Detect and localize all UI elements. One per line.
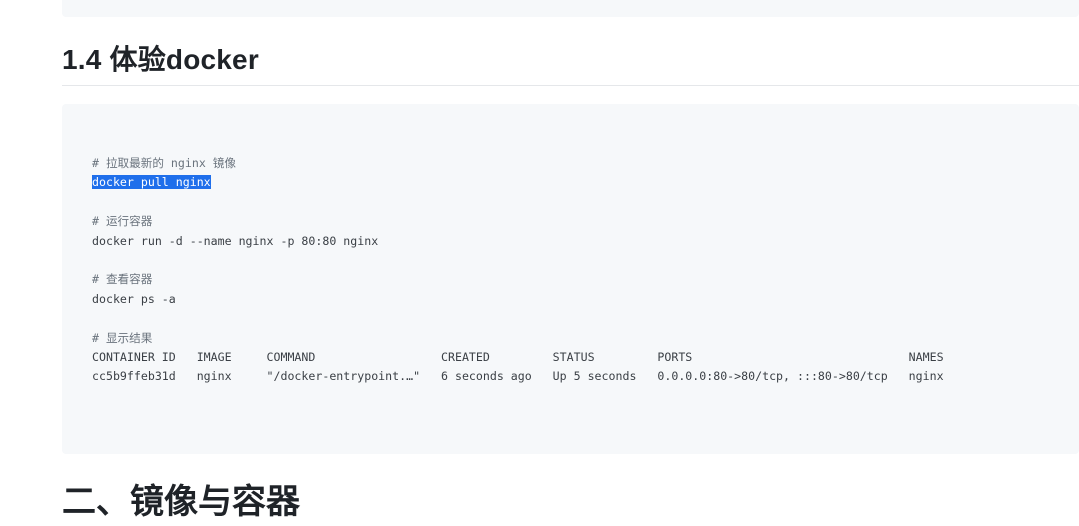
code-table-row: cc5b9ffeb31d nginx "/docker-entrypoint.…… — [92, 369, 944, 384]
code-comment-result: # 显示结果 — [92, 330, 153, 345]
code-line-ps: docker ps -a — [92, 291, 176, 306]
section-heading: 1.4 体验docker — [62, 44, 259, 75]
code-comment-ps: # 查看容器 — [92, 272, 153, 287]
code-comment-run: # 运行容器 — [92, 214, 153, 229]
code-line-run: docker run -d --name nginx -p 80:80 ngin… — [92, 233, 379, 248]
code-table-header: CONTAINER ID IMAGE COMMAND CREATED STATU… — [92, 350, 944, 365]
next-section-heading: 二、镜像与容器 — [62, 483, 300, 521]
code-block[interactable]: # 拉取最新的 nginx 镜像 docker pull nginx # 运行容… — [62, 104, 1079, 454]
heading-divider — [62, 85, 1079, 86]
code-content[interactable]: # 拉取最新的 nginx 镜像 docker pull nginx # 运行容… — [92, 154, 944, 387]
code-line-pull-selected[interactable]: docker pull nginx — [92, 175, 211, 190]
code-comment-pull: # 拉取最新的 nginx 镜像 — [92, 156, 236, 170]
previous-code-block — [62, 0, 1079, 17]
